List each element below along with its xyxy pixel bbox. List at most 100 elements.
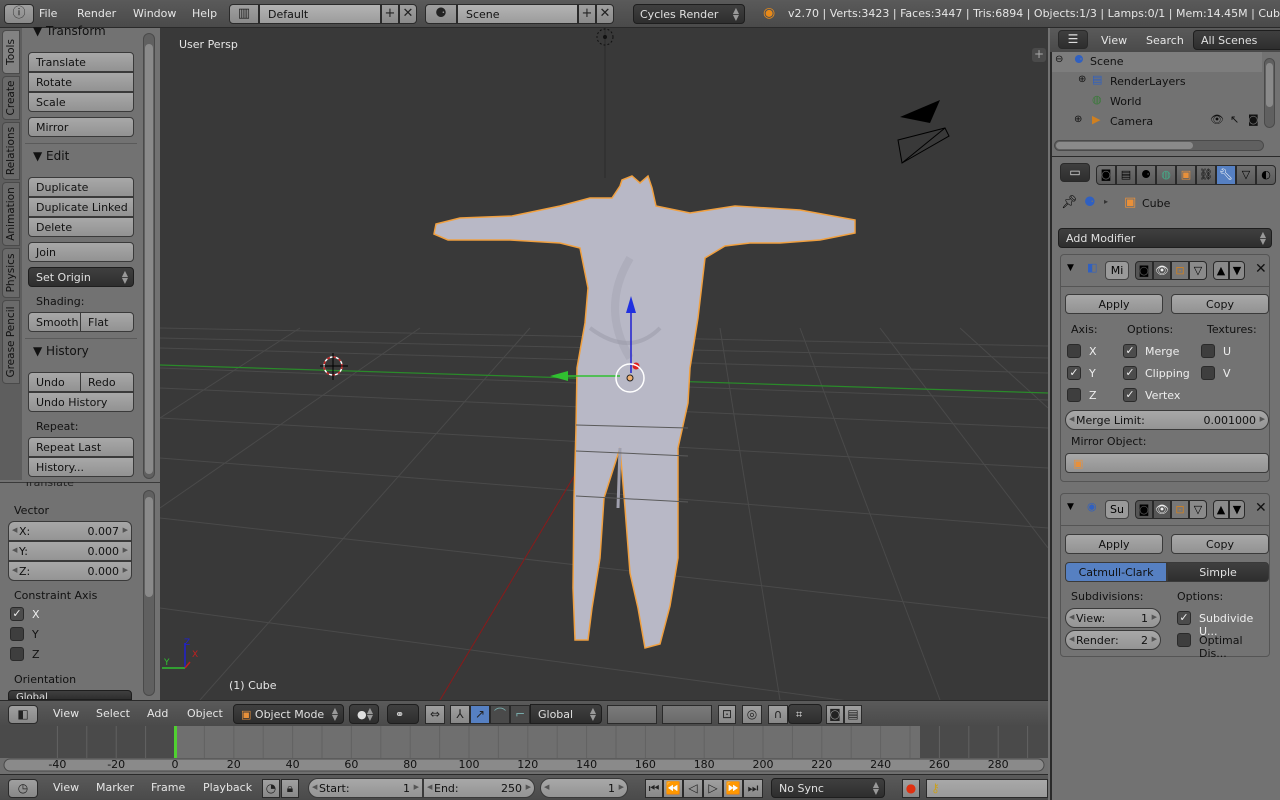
render-animation-icon[interactable]: ▤ <box>844 705 862 724</box>
render-layers-tab-icon[interactable]: ▤ <box>1116 165 1136 185</box>
snap-toggle-icon[interactable]: ∩ <box>768 705 788 724</box>
remove-screen-button[interactable]: ✕ <box>399 4 417 24</box>
constraint-y-checkbox[interactable] <box>10 627 24 641</box>
mirror-axis-y-checkbox[interactable]: ✓ <box>1067 366 1081 380</box>
layers-group-2[interactable] <box>662 705 712 724</box>
undo-button[interactable]: Undo <box>28 372 81 392</box>
screen-layout-icon[interactable]: ▥ <box>229 4 259 24</box>
outliner-item-scene[interactable]: ⊖ ⚈ Scene <box>1052 52 1262 72</box>
menu-file[interactable]: File <box>39 7 57 20</box>
history-button[interactable]: History... <box>28 457 134 477</box>
vector-y-field[interactable]: ◀ Y: 0.000 ▶ <box>8 541 132 561</box>
mirror-editmode-toggle-icon[interactable]: ⊡ <box>1171 261 1189 280</box>
mirror-modifier-name-field[interactable]: Mi <box>1105 261 1129 280</box>
auto-keying-record-icon[interactable]: ● <box>902 779 920 798</box>
menu-select[interactable]: Select <box>96 707 130 720</box>
menu-render[interactable]: Render <box>77 7 116 20</box>
duplicate-linked-button[interactable]: Duplicate Linked <box>28 197 134 217</box>
set-origin-dropdown[interactable]: Set Origin ▲ ▼ <box>28 267 134 287</box>
subsurf-view-levels-field[interactable]: ◀ View: 1 ▶ <box>1065 608 1161 628</box>
subdivide-uvs-checkbox[interactable]: ✓ <box>1177 611 1191 625</box>
rotate-button[interactable]: Rotate <box>28 72 134 92</box>
menu-add[interactable]: Add <box>147 707 168 720</box>
timeline[interactable]: -40 -20 0 20 40 60 80 100 120 140 160 180 200 220 240 2… <box>0 726 1048 774</box>
operator-panel-scrollbar[interactable] <box>143 490 155 696</box>
flat-button[interactable]: Flat <box>80 312 134 332</box>
subsurf-move-up-icon[interactable]: ▲ <box>1213 500 1229 519</box>
outliner-item-camera[interactable]: ⊕ ▶ Camera 👁︎ ↖ ◙ <box>1052 112 1262 132</box>
mirror-viewport-toggle-icon[interactable]: 👁︎ <box>1153 261 1171 280</box>
render-tab-icon[interactable]: ◙ <box>1096 165 1116 185</box>
data-tab-icon[interactable]: ▽ <box>1236 165 1256 185</box>
merge-limit-field[interactable]: ◀ Merge Limit: 0.001000 ▶ <box>1065 410 1269 430</box>
smooth-button[interactable]: Smooth <box>28 312 81 332</box>
join-button[interactable]: Join <box>28 242 134 262</box>
end-frame-field[interactable]: ◀ End: 250 ▶ <box>423 778 535 798</box>
mirror-object-field[interactable]: ▣ <box>1065 453 1269 473</box>
mirror-button[interactable]: Mirror <box>28 117 134 137</box>
editor-type-properties-icon[interactable]: ▭ <box>1060 163 1090 182</box>
mirror-remove-icon[interactable]: ✕ <box>1255 261 1267 277</box>
menu-window[interactable]: Window <box>133 7 176 20</box>
subsurf-cage-toggle-icon[interactable]: ▽ <box>1189 500 1207 519</box>
mode-dropdown[interactable]: ▣ Object Mode ▲ ▼ <box>233 704 344 724</box>
tab-relations[interactable]: Relations <box>2 122 20 180</box>
repeat-last-button[interactable]: Repeat Last <box>28 437 134 457</box>
add-modifier-dropdown[interactable]: Add Modifier ▲ ▼ <box>1058 228 1272 248</box>
mirror-texture-v-checkbox[interactable] <box>1201 366 1215 380</box>
mirror-merge-checkbox[interactable]: ✓ <box>1123 344 1137 358</box>
edit-panel-header[interactable]: ▼ Edit <box>33 149 69 163</box>
lock-time-icon[interactable]: 🔒︎ <box>281 779 299 798</box>
vector-x-field[interactable]: ◀ X: 0.007 ▶ <box>8 521 132 541</box>
mirror-move-up-icon[interactable]: ▲ <box>1213 261 1229 280</box>
jump-keyframe-forward-icon[interactable]: ⏩ <box>723 779 743 798</box>
outliner-item-renderlayers[interactable]: ⊕ ▤ RenderLayers <box>1052 72 1262 92</box>
menu-object[interactable]: Object <box>187 707 223 720</box>
redo-button[interactable]: Redo <box>80 372 134 392</box>
renderable-camera-icon[interactable]: ◙ <box>1248 113 1259 126</box>
3d-viewport[interactable]: User Persp Z X Y (1) Cube + <box>160 28 1048 700</box>
transform-panel-header[interactable]: ▼ Transform <box>33 24 106 38</box>
catmull-clark-toggle[interactable]: Catmull-Clark <box>1065 562 1167 582</box>
editor-type-info-icon[interactable]: ⓘ <box>4 4 34 24</box>
modifiers-tab-icon[interactable]: 🔧︎ <box>1216 165 1236 185</box>
mirror-cage-toggle-icon[interactable]: ▽ <box>1189 261 1207 280</box>
mirror-axis-x-checkbox[interactable] <box>1067 344 1081 358</box>
history-panel-header[interactable]: ▼ History <box>33 344 89 358</box>
jump-to-end-icon[interactable]: ⏭ <box>743 779 763 798</box>
manipulate-center-points-icon[interactable]: ⇔ <box>425 705 445 724</box>
screen-layout-field[interactable]: Default <box>259 4 381 24</box>
editor-type-outliner-icon[interactable]: ☰ <box>1058 30 1088 49</box>
add-screen-button[interactable]: + <box>381 4 399 24</box>
jump-to-start-icon[interactable]: ⏮ <box>645 779 663 798</box>
collapse-triangle-icon[interactable]: ▼ <box>1067 502 1074 512</box>
mirror-move-down-icon[interactable]: ▼ <box>1229 261 1245 280</box>
pivot-point-dropdown[interactable]: ⚭ <box>387 704 419 724</box>
subsurf-copy-button[interactable]: Copy <box>1171 534 1269 554</box>
duplicate-button[interactable]: Duplicate <box>28 177 134 197</box>
scale-button[interactable]: Scale <box>28 92 134 112</box>
outliner-hscrollbar[interactable] <box>1054 140 1264 151</box>
subsurf-render-levels-field[interactable]: ◀ Render: 2 ▶ <box>1065 630 1161 650</box>
tab-animation[interactable]: Animation <box>2 182 20 246</box>
timeline-menu-playback[interactable]: Playback <box>203 781 252 794</box>
tab-tools[interactable]: Tools <box>2 30 20 74</box>
subsurf-viewport-toggle-icon[interactable]: 👁︎ <box>1153 500 1171 519</box>
tool-shelf-scrollbar[interactable] <box>143 33 155 479</box>
world-tab-icon[interactable]: ◍ <box>1156 165 1176 185</box>
selectable-cursor-icon[interactable]: ↖ <box>1230 113 1239 126</box>
constraint-x-checkbox[interactable]: ✓ <box>10 607 24 621</box>
jump-keyframe-back-icon[interactable]: ⏪ <box>663 779 683 798</box>
play-reverse-icon[interactable]: ◁ <box>683 779 703 798</box>
outliner-menu-search[interactable]: Search <box>1146 34 1184 47</box>
translate-manipulator-icon[interactable]: ↗ <box>470 705 490 724</box>
pin-icon[interactable]: 📌︎ <box>1061 195 1078 210</box>
object-tab-icon[interactable]: ▣ <box>1176 165 1196 185</box>
vector-z-field[interactable]: ◀ Z: 0.000 ▶ <box>8 561 132 581</box>
preview-range-icon[interactable]: ◔ <box>262 779 280 798</box>
translate-button[interactable]: Translate <box>28 52 134 72</box>
scene-icon[interactable]: ⚈ <box>425 4 457 24</box>
mirror-render-toggle-icon[interactable]: ◙ <box>1135 261 1153 280</box>
mirror-texture-u-checkbox[interactable] <box>1201 344 1215 358</box>
outliner-menu-view[interactable]: View <box>1101 34 1127 47</box>
